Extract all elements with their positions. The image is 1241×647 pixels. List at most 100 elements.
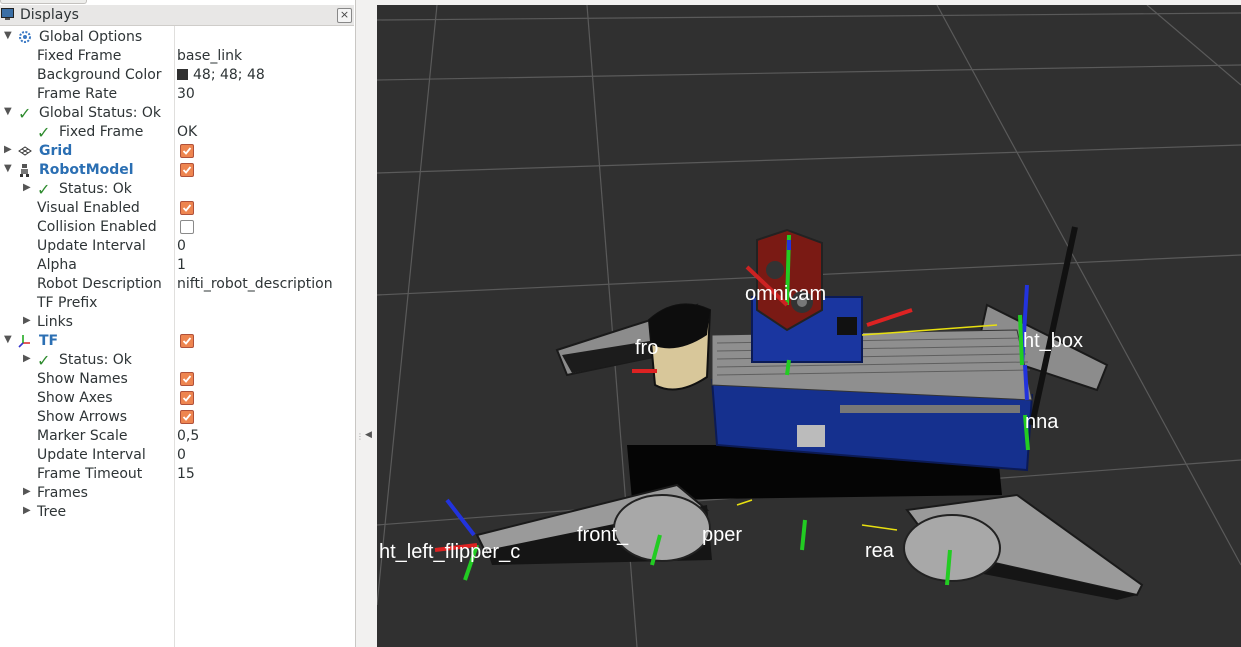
show-names-checkbox[interactable] [180,372,194,386]
tf-label: TF [39,333,59,349]
expand-arrow-icon[interactable]: ▶ [23,353,31,364]
scene-render[interactable]: omnicam ht_box nna ht_left_flipper_c fro… [377,5,1241,647]
expand-arrow-icon[interactable]: ▶ [23,182,31,193]
tf-prefix-label: TF Prefix [37,295,98,311]
frame-label-flipper: pper [702,524,742,546]
grid-checkbox[interactable] [180,144,194,158]
collapse-arrow-icon[interactable]: ▼ [4,106,12,117]
property-tf-prefix[interactable]: TF Prefix [0,294,354,313]
panel-tab[interactable] [0,0,87,4]
tree-item-frames[interactable]: ▶ Frames [0,484,354,503]
tree-item-robotmodel[interactable]: ▼ RobotModel [0,161,354,180]
marker-scale-value[interactable]: 0,5 [177,428,199,444]
expand-arrow-icon[interactable]: ▶ [23,486,31,497]
check-mark-icon [182,337,192,345]
frame-label-omnicam: omnicam [745,283,826,305]
property-visual-enabled[interactable]: Visual Enabled [0,199,354,218]
robotmodel-status[interactable]: ▶ ✓ Status: Ok [0,180,354,199]
property-robot-description[interactable]: Robot Description nifti_robot_descriptio… [0,275,354,294]
robotmodel-checkbox[interactable] [180,163,194,177]
property-marker-scale[interactable]: Marker Scale 0,5 [0,427,354,446]
displays-panel: Displays × ▼ Global Options Fixed Frame … [0,0,356,647]
collapse-left-icon[interactable]: ◀ [365,430,372,440]
background-color-text: 48; 48; 48 [193,67,265,83]
collapse-arrow-icon[interactable]: ▼ [4,334,12,345]
frame-label-box: ht_box [1023,330,1083,352]
expand-arrow-icon[interactable]: ▶ [4,144,12,155]
tree-item-global-status[interactable]: ▼ ✓ Global Status: Ok [0,104,354,123]
frame-label-front: front_ [577,524,629,546]
show-arrows-checkbox[interactable] [180,410,194,424]
fixed-frame-value[interactable]: base_link [177,48,242,64]
frame-rate-label: Frame Rate [37,86,118,102]
tree-item-tree[interactable]: ▶ Tree [0,503,354,522]
show-arrows-label: Show Arrows [37,409,128,425]
show-axes-label: Show Axes [37,390,113,406]
property-fixed-frame[interactable]: Fixed Frame base_link [0,47,354,66]
alpha-value[interactable]: 1 [177,257,186,273]
show-axes-checkbox[interactable] [180,391,194,405]
status-fixed-frame[interactable]: ✓ Fixed Frame OK [0,123,354,142]
collision-enabled-checkbox[interactable] [180,220,194,234]
property-background-color[interactable]: Background Color 48; 48; 48 [0,66,354,85]
visual-enabled-checkbox[interactable] [180,201,194,215]
property-frame-timeout[interactable]: Frame Timeout 15 [0,465,354,484]
3d-viewport[interactable]: omnicam ht_box nna ht_left_flipper_c fro… [377,5,1241,647]
robot-icon [20,164,29,177]
property-show-axes[interactable]: Show Axes [0,389,354,408]
check-mark-icon [182,147,192,155]
checkmark-icon: ✓ [37,180,51,199]
global-status-label: Global Status: Ok [39,105,162,121]
background-color-value[interactable]: 48; 48; 48 [177,67,265,83]
check-mark-icon [182,413,192,421]
background-color-label: Background Color [37,67,162,83]
expand-arrow-icon[interactable]: ▶ [23,505,31,516]
tf-status[interactable]: ▶ ✓ Status: Ok [0,351,354,370]
tf-status-label: Status: Ok [59,352,132,368]
update-interval-label: Update Interval [37,238,146,254]
property-collision-enabled[interactable]: Collision Enabled [0,218,354,237]
check-mark-icon [182,166,192,174]
gs-fixed-frame-value: OK [177,124,198,140]
close-button[interactable]: × [337,8,352,23]
splitter-handle-icon[interactable]: ⋮ [356,432,364,442]
property-tf-update-interval[interactable]: Update Interval 0 [0,446,354,465]
show-names-label: Show Names [37,371,128,387]
robot-description-value[interactable]: nifti_robot_description [177,276,333,292]
property-show-arrows[interactable]: Show Arrows [0,408,354,427]
collapse-arrow-icon[interactable]: ▼ [4,163,12,174]
visual-enabled-label: Visual Enabled [37,200,140,216]
panel-splitter[interactable] [356,0,376,647]
collision-enabled-label: Collision Enabled [37,219,157,235]
property-show-names[interactable]: Show Names [0,370,354,389]
check-mark-icon [182,375,192,383]
property-alpha[interactable]: Alpha 1 [0,256,354,275]
frame-label-left-flipper: ht_left_flipper_c [379,541,520,563]
tree-item-global-options[interactable]: ▼ Global Options [0,28,354,47]
panel-header: Displays × [0,5,354,26]
frame-label-front-small: fro [635,337,658,359]
collapse-arrow-icon[interactable]: ▼ [4,30,12,41]
tf-update-interval-value[interactable]: 0 [177,447,186,463]
frame-rate-value[interactable]: 30 [177,86,195,102]
monitor-icon [1,8,14,20]
robotmodel-label: RobotModel [39,162,134,178]
expand-arrow-icon[interactable]: ▶ [23,315,31,326]
checkmark-icon: ✓ [37,351,51,370]
frame-timeout-value[interactable]: 15 [177,466,195,482]
global-options-label: Global Options [39,29,143,45]
frames-label: Frames [37,485,88,501]
tree-item-grid[interactable]: ▶ Grid [0,142,354,161]
property-update-interval[interactable]: Update Interval 0 [0,237,354,256]
tree-item-links[interactable]: ▶ Links [0,313,354,332]
panel-title: Displays [20,7,79,23]
update-interval-value[interactable]: 0 [177,238,186,254]
marker-scale-label: Marker Scale [37,428,128,444]
frame-timeout-label: Frame Timeout [37,466,143,482]
tf-checkbox[interactable] [180,334,194,348]
tree-item-tf[interactable]: ▼ TF [0,332,354,351]
grid-label: Grid [39,143,73,159]
property-frame-rate[interactable]: Frame Rate 30 [0,85,354,104]
robot-description-label: Robot Description [37,276,162,292]
grid-icon [18,146,32,156]
